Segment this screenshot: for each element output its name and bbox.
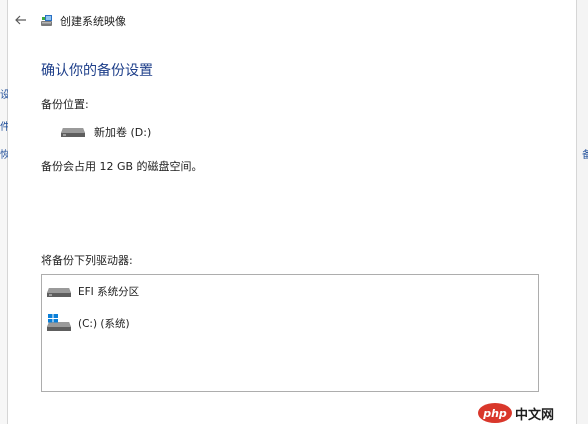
drive-icon: [47, 288, 71, 297]
title-bar: 创建系统映像: [8, 0, 576, 40]
space-info-text: 备份会占用 12 GB 的磁盘空间。: [41, 160, 203, 173]
back-arrow-icon: [15, 15, 26, 25]
drive-name: (C:) (系统): [78, 317, 130, 330]
drive-name: EFI 系统分区: [78, 285, 140, 298]
background-window-left: 设 件 恢: [0, 0, 8, 424]
list-item[interactable]: (C:) (系统): [46, 313, 130, 333]
watermark-text: 中文网: [515, 407, 555, 423]
window-title: 创建系统映像: [60, 15, 126, 28]
drives-label: 将备份下列驱动器:: [41, 254, 133, 267]
drive-icon: [61, 128, 85, 137]
watermark: php 中文网: [478, 402, 588, 424]
backup-location-drive: 新加卷 (D:): [60, 124, 151, 140]
windows-drive-icon: [47, 314, 71, 331]
background-text-fragment: 备: [582, 150, 588, 161]
create-system-image-dialog: 创建系统映像 确认你的备份设置 备份位置: 新加卷 (D:) 备份会占用 12 …: [8, 0, 576, 424]
watermark-logo: php: [478, 403, 512, 423]
background-text-fragment: 设: [0, 90, 8, 101]
background-window-right: 备: [576, 0, 588, 424]
page-heading: 确认你的备份设置: [41, 63, 153, 79]
back-button[interactable]: [10, 10, 32, 30]
list-item[interactable]: EFI 系统分区: [46, 283, 139, 299]
system-image-icon: [41, 15, 52, 26]
background-text-fragment: 件: [0, 122, 8, 133]
backup-location-label: 备份位置:: [41, 98, 89, 111]
background-text-fragment: 恢: [0, 150, 8, 161]
backup-location-name: 新加卷 (D:): [94, 126, 152, 139]
drive-list[interactable]: EFI 系统分区 (C:) (系统): [41, 274, 539, 392]
